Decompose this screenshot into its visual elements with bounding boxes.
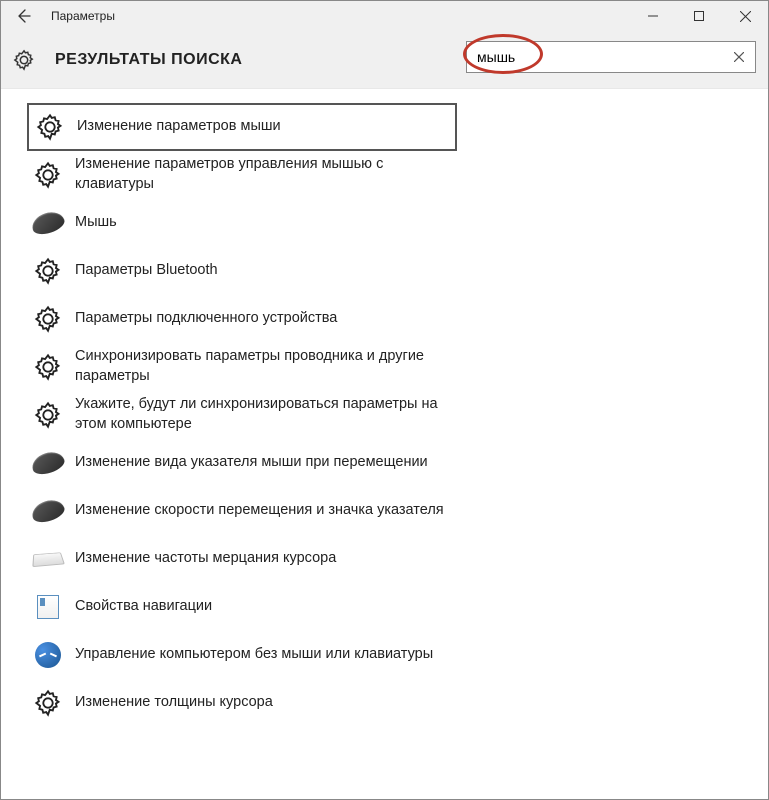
maximize-button[interactable] <box>676 1 722 31</box>
keyboard-icon <box>33 544 63 574</box>
search-result-item[interactable]: Изменение параметров управления мышью с … <box>27 151 457 199</box>
result-label: Изменение частоты мерцания курсора <box>75 549 336 569</box>
result-label: Синхронизировать параметры проводника и … <box>75 347 445 386</box>
ease-of-access-icon <box>33 640 63 670</box>
search-box[interactable] <box>466 41 756 73</box>
gear-icon <box>33 688 63 718</box>
navigation-icon <box>33 592 63 622</box>
window-title: Параметры <box>51 9 115 23</box>
window-controls <box>630 1 768 31</box>
gear-icon <box>33 256 63 286</box>
result-label: Свойства навигации <box>75 597 212 617</box>
mouse-icon <box>33 448 63 478</box>
result-label: Изменение параметров мыши <box>77 117 281 137</box>
close-button[interactable] <box>722 1 768 31</box>
result-label: Укажите, будут ли синхронизироваться пар… <box>75 395 445 434</box>
gear-icon <box>33 352 63 382</box>
page-header: РЕЗУЛЬТАТЫ ПОИСКА <box>1 31 768 89</box>
search-result-item[interactable]: Изменение толщины курсора <box>27 679 457 727</box>
result-label: Изменение толщины курсора <box>75 693 273 713</box>
minimize-button[interactable] <box>630 1 676 31</box>
result-label: Параметры подключенного устройства <box>75 309 337 329</box>
gear-icon <box>35 112 65 142</box>
search-result-item[interactable]: Синхронизировать параметры проводника и … <box>27 343 457 391</box>
result-label: Параметры Bluetooth <box>75 261 218 281</box>
search-result-item[interactable]: Укажите, будут ли синхронизироваться пар… <box>27 391 457 439</box>
gear-icon <box>33 304 63 334</box>
mouse-icon <box>33 208 63 238</box>
search-result-item[interactable]: Параметры Bluetooth <box>27 247 457 295</box>
mouse-icon <box>33 496 63 526</box>
search-result-item[interactable]: Изменение параметров мыши <box>27 103 457 151</box>
x-icon <box>734 52 744 62</box>
title-bar: Параметры <box>1 1 768 31</box>
result-label: Мышь <box>75 213 117 233</box>
search-result-item[interactable]: Параметры подключенного устройства <box>27 295 457 343</box>
result-label: Изменение скорости перемещения и значка … <box>75 501 444 521</box>
page-title: РЕЗУЛЬТАТЫ ПОИСКА <box>55 51 242 69</box>
settings-icon <box>13 49 35 71</box>
search-result-item[interactable]: Изменение частоты мерцания курсора <box>27 535 457 583</box>
search-result-item[interactable]: Управление компьютером без мыши или клав… <box>27 631 457 679</box>
search-result-item[interactable]: Свойства навигации <box>27 583 457 631</box>
search-result-item[interactable]: Мышь <box>27 199 457 247</box>
search-input[interactable] <box>467 42 723 72</box>
arrow-left-icon <box>15 8 31 24</box>
result-label: Изменение вида указателя мыши при переме… <box>75 453 428 473</box>
clear-search-button[interactable] <box>723 41 755 73</box>
search-result-item[interactable]: Изменение скорости перемещения и значка … <box>27 487 457 535</box>
search-result-item[interactable]: Изменение вида указателя мыши при переме… <box>27 439 457 487</box>
close-icon <box>740 11 751 22</box>
search-results: Изменение параметров мыши Изменение парам… <box>1 89 768 741</box>
gear-icon <box>33 400 63 430</box>
gear-icon <box>33 160 63 190</box>
result-label: Изменение параметров управления мышью с … <box>75 155 445 194</box>
minimize-icon <box>648 11 658 21</box>
back-button[interactable] <box>1 1 45 31</box>
result-label: Управление компьютером без мыши или клав… <box>75 645 433 665</box>
maximize-icon <box>694 11 704 21</box>
